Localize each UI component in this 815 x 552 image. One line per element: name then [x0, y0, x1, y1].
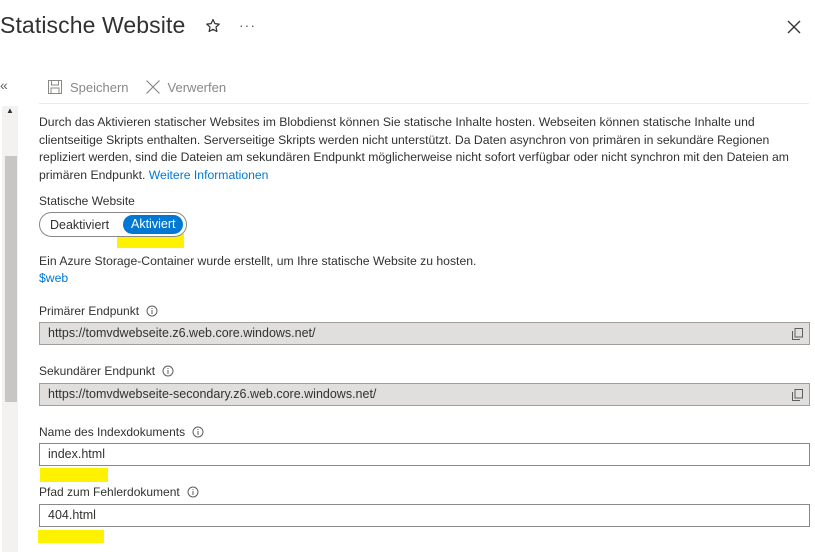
save-icon	[48, 80, 62, 94]
error-document-label-text: Pfad zum Fehlerdokument	[39, 485, 180, 499]
learn-more-link[interactable]: Weitere Informationen	[149, 168, 269, 182]
close-icon[interactable]	[786, 19, 802, 35]
collapse-panel-icon[interactable]: «	[0, 77, 8, 93]
info-icon[interactable]	[162, 365, 174, 377]
command-bar: Speichern Verwerfen	[47, 74, 242, 100]
vertical-scrollbar[interactable]: ▲	[2, 106, 18, 552]
index-document-label: Name des Indexdokuments	[39, 425, 204, 439]
scroll-up-arrow-icon[interactable]: ▲	[6, 106, 14, 115]
primary-endpoint-label-text: Primärer Endpunkt	[39, 304, 140, 318]
error-document-input[interactable]: 404.html	[39, 504, 810, 527]
ellipsis-icon[interactable]: ···	[239, 17, 256, 33]
save-button[interactable]: Speichern	[47, 79, 129, 95]
copy-icon[interactable]	[792, 389, 803, 401]
discard-button[interactable]: Verwerfen	[145, 79, 227, 95]
toolbar-divider	[39, 103, 809, 104]
primary-endpoint-field[interactable]: https://tomvdwebseite.z6.web.core.window…	[39, 322, 810, 345]
primary-endpoint-value: https://tomvdwebseite.z6.web.core.window…	[48, 326, 316, 340]
save-label: Speichern	[70, 79, 129, 95]
copy-icon[interactable]	[792, 328, 803, 340]
info-icon[interactable]	[192, 426, 204, 438]
static-website-toggle[interactable]: Deaktiviert Aktiviert	[39, 212, 187, 237]
container-info-text: Ein Azure Storage-Container wurde erstel…	[39, 254, 477, 268]
error-document-label: Pfad zum Fehlerdokument	[39, 485, 199, 499]
toggle-option-enabled[interactable]: Aktiviert	[123, 215, 184, 234]
secondary-endpoint-label-text: Sekundärer Endpunkt	[39, 364, 156, 378]
web-container-link[interactable]: $web	[39, 271, 68, 285]
star-icon[interactable]	[205, 18, 221, 34]
discard-icon	[145, 80, 160, 94]
primary-endpoint-label: Primärer Endpunkt	[39, 304, 158, 318]
secondary-endpoint-field[interactable]: https://tomvdwebseite-secondary.z6.web.c…	[39, 383, 810, 406]
index-document-input[interactable]: index.html	[39, 443, 810, 466]
index-document-value: index.html	[48, 447, 105, 461]
info-icon[interactable]	[146, 305, 158, 317]
static-website-label: Statische Website	[39, 194, 135, 208]
discard-label: Verwerfen	[167, 79, 227, 95]
error-document-value: 404.html	[48, 508, 96, 522]
content-area: Durch das Aktivieren statischer Websites…	[39, 114, 811, 184]
index-document-label-text: Name des Indexdokuments	[39, 425, 186, 439]
info-icon[interactable]	[187, 486, 199, 498]
highlight-mark	[40, 468, 108, 482]
secondary-endpoint-label: Sekundärer Endpunkt	[39, 364, 174, 378]
page-title: Statische Website	[0, 12, 186, 38]
description-text: Durch das Aktivieren statischer Websites…	[39, 114, 809, 184]
highlight-mark	[38, 530, 104, 543]
scrollbar-thumb[interactable]	[5, 156, 17, 402]
secondary-endpoint-value: https://tomvdwebseite-secondary.z6.web.c…	[48, 387, 377, 401]
toggle-option-disabled[interactable]: Deaktiviert	[50, 218, 109, 232]
